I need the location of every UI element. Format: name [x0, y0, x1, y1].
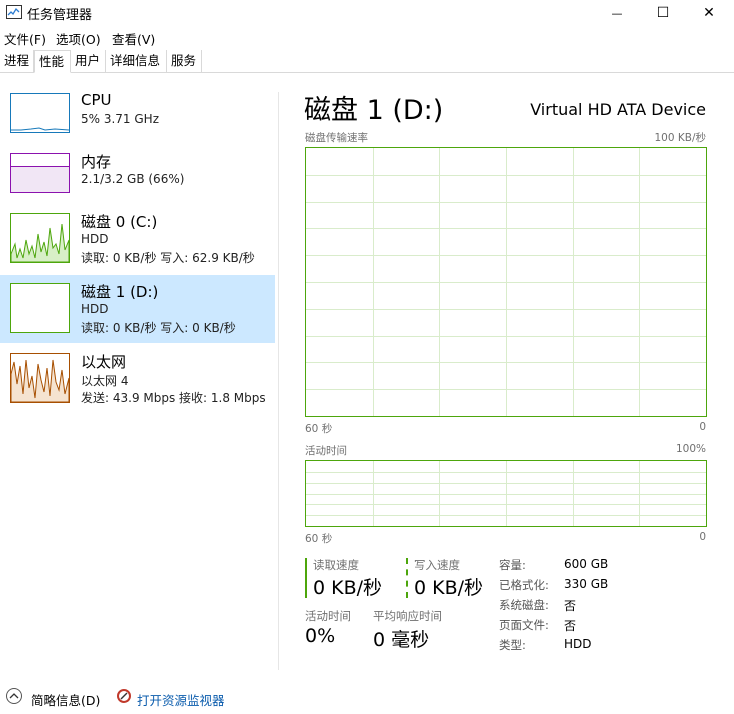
sidebar-item-memory[interactable]: 内存 2.1/3.2 GB (66%) [0, 145, 275, 213]
menu-options[interactable]: 选项(O) [56, 29, 101, 48]
graph2-label: 活动时间 [305, 445, 347, 457]
minimize-button[interactable]: — [594, 0, 640, 26]
tab-processes[interactable]: 进程 [0, 50, 34, 72]
sidebar-item-detail: 以太网 4 [81, 374, 129, 388]
graph1-x-left: 60 秒 [305, 423, 333, 435]
sidebar-item-label: 以太网 [81, 353, 127, 371]
footer: 简略信息(D) 打开资源监视器 [0, 680, 734, 714]
tab-performance[interactable]: 性能 [34, 50, 71, 73]
window-title: 任务管理器 [27, 8, 93, 23]
formatted-label: 已格式化: [499, 578, 549, 592]
menu-view[interactable]: 查看(V) [112, 29, 155, 48]
transfer-rate-graph [305, 147, 707, 417]
tab-services[interactable]: 服务 [167, 50, 202, 72]
close-icon: ✕ [703, 5, 715, 21]
cpu-thumbnail-graph [10, 93, 70, 133]
graph1-max: 100 KB/秒 [654, 132, 706, 144]
title-bar[interactable]: 任务管理器 — ☐ ✕ [0, 0, 734, 26]
graph1-label: 磁盘传输速率 [305, 132, 368, 144]
page-file-value: 否 [564, 619, 577, 633]
sidebar-item-detail: HDD [81, 302, 109, 316]
sidebar-item-label: CPU [81, 91, 112, 109]
graph2-max: 100% [675, 443, 706, 455]
active-time-label: 活动时间 [305, 609, 351, 623]
graph2-x-right: 0 [699, 531, 706, 543]
system-disk-label: 系统磁盘: [499, 598, 549, 612]
type-label: 类型: [499, 638, 526, 652]
graph2-x-left: 60 秒 [305, 533, 333, 545]
sidebar-item-rates: 读取: 0 KB/秒 写入: 0 KB/秒 [81, 321, 236, 335]
fewer-details-button[interactable]: 简略信息(D) [31, 690, 100, 709]
sidebar-item-rates: 发送: 43.9 Mbps 接收: 1.8 Mbps [81, 391, 266, 405]
type-value: HDD [564, 637, 592, 651]
disk0-thumbnail-graph [10, 213, 70, 263]
sidebar-item-detail: 5% 3.71 GHz [81, 112, 160, 126]
response-time-value: 0 毫秒 [373, 629, 430, 651]
sidebar-item-detail: 2.1/3.2 GB (66%) [81, 172, 185, 186]
maximize-button[interactable]: ☐ [640, 0, 686, 26]
sidebar-item-label: 磁盘 0 (C:) [81, 213, 158, 231]
disk-title: 磁盘 1 (D:) [304, 95, 444, 126]
minimize-icon: — [611, 6, 623, 20]
sidebar-item-detail: HDD [81, 232, 109, 246]
maximize-icon: ☐ [656, 5, 670, 21]
open-resource-monitor-link[interactable]: 打开资源监视器 [137, 690, 225, 709]
graph1-x-right: 0 [699, 421, 706, 433]
tab-users[interactable]: 用户 [71, 50, 106, 72]
task-manager-icon [6, 5, 22, 19]
disk1-thumbnail-graph [10, 283, 70, 333]
response-time-label: 平均响应时间 [373, 609, 442, 623]
close-button[interactable]: ✕ [686, 0, 732, 26]
panel-divider [278, 92, 279, 670]
sidebar-item-cpu[interactable]: CPU 5% 3.71 GHz [0, 85, 275, 153]
read-speed-value: 0 KB/秒 [313, 577, 383, 599]
tab-strip: 进程 性能 用户 详细信息 服务 [0, 50, 734, 73]
active-time-value: 0% [305, 625, 336, 647]
capacity-label: 容量: [499, 558, 526, 572]
ethernet-thumbnail-graph [10, 353, 70, 403]
system-disk-value: 否 [564, 599, 577, 613]
sidebar-item-disk0[interactable]: 磁盘 0 (C:) HDD 读取: 0 KB/秒 写入: 62.9 KB/秒 [0, 205, 275, 273]
resource-monitor-icon [117, 689, 131, 703]
sidebar-item-ethernet[interactable]: 以太网 以太网 4 发送: 43.9 Mbps 接收: 1.8 Mbps [0, 345, 275, 413]
active-time-graph [305, 460, 707, 527]
chevron-up-icon[interactable] [6, 688, 22, 704]
sidebar-item-disk1[interactable]: 磁盘 1 (D:) HDD 读取: 0 KB/秒 写入: 0 KB/秒 [0, 275, 275, 343]
sidebar-item-rates: 读取: 0 KB/秒 写入: 62.9 KB/秒 [81, 251, 255, 265]
formatted-value: 330 GB [564, 577, 609, 591]
memory-thumbnail-graph [10, 153, 70, 193]
read-speed-marker [305, 558, 307, 598]
read-speed-label: 读取速度 [313, 558, 359, 572]
menu-file[interactable]: 文件(F) [4, 29, 46, 48]
sidebar-item-label: 磁盘 1 (D:) [81, 283, 159, 301]
device-name: Virtual HD ATA Device [530, 100, 706, 119]
write-speed-label: 写入速度 [414, 558, 460, 572]
write-speed-value: 0 KB/秒 [414, 577, 484, 599]
capacity-value: 600 GB [564, 557, 609, 571]
page-file-label: 页面文件: [499, 618, 549, 632]
write-speed-marker [406, 558, 408, 598]
tab-details[interactable]: 详细信息 [106, 50, 167, 72]
sidebar-item-label: 内存 [81, 153, 112, 171]
